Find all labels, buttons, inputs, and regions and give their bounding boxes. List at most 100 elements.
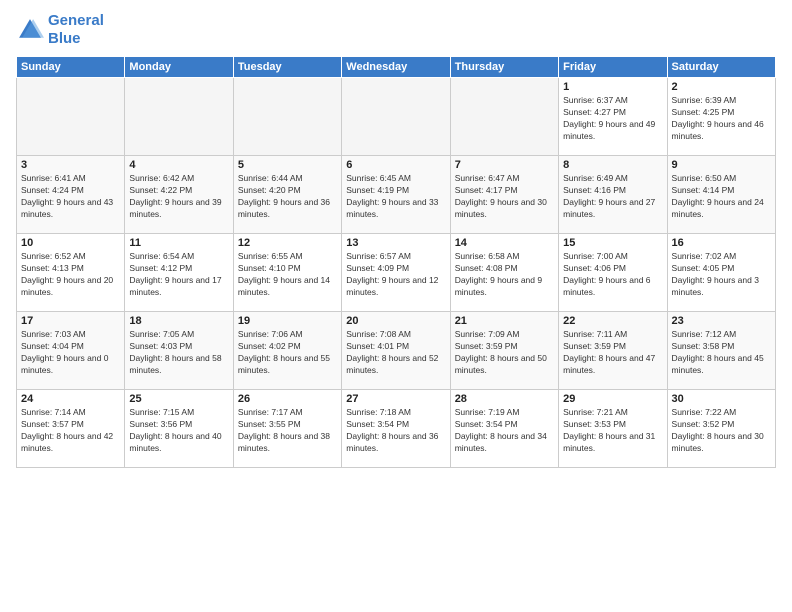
calendar-cell: 21 Sunrise: 7:09 AM Sunset: 3:59 PM Dayli… <box>450 312 558 390</box>
day-info: Sunrise: 6:55 AM Sunset: 4:10 PM Dayligh… <box>238 251 337 299</box>
day-number: 8 <box>563 159 662 171</box>
calendar-cell: 17 Sunrise: 7:03 AM Sunset: 4:04 PM Dayli… <box>17 312 125 390</box>
calendar-cell: 24 Sunrise: 7:14 AM Sunset: 3:57 PM Dayli… <box>17 390 125 468</box>
day-info: Sunrise: 7:22 AM Sunset: 3:52 PM Dayligh… <box>672 407 771 455</box>
calendar-cell <box>342 78 450 156</box>
day-number: 27 <box>346 393 445 405</box>
day-number: 6 <box>346 159 445 171</box>
day-info: Sunrise: 7:14 AM Sunset: 3:57 PM Dayligh… <box>21 407 120 455</box>
day-info: Sunrise: 6:44 AM Sunset: 4:20 PM Dayligh… <box>238 173 337 221</box>
day-number: 1 <box>563 81 662 93</box>
day-number: 15 <box>563 237 662 249</box>
day-number: 28 <box>455 393 554 405</box>
day-number: 4 <box>129 159 228 171</box>
day-number: 12 <box>238 237 337 249</box>
day-number: 20 <box>346 315 445 327</box>
calendar-cell: 6 Sunrise: 6:45 AM Sunset: 4:19 PM Daylig… <box>342 156 450 234</box>
calendar-cell: 7Sunrise: 6:47 AM Sunset: 4:17 PM Daylig… <box>450 156 558 234</box>
weekday-header: Wednesday <box>342 57 450 78</box>
day-number: 26 <box>238 393 337 405</box>
day-number: 11 <box>129 237 228 249</box>
day-info: Sunrise: 7:11 AM Sunset: 3:59 PM Dayligh… <box>563 329 662 377</box>
day-info: Sunrise: 7:02 AM Sunset: 4:05 PM Dayligh… <box>672 251 771 299</box>
calendar-cell <box>125 78 233 156</box>
calendar-cell: 5 Sunrise: 6:44 AM Sunset: 4:20 PM Daylig… <box>233 156 341 234</box>
day-info: Sunrise: 7:18 AM Sunset: 3:54 PM Dayligh… <box>346 407 445 455</box>
calendar-cell: 16 Sunrise: 7:02 AM Sunset: 4:05 PM Dayli… <box>667 234 775 312</box>
calendar-cell: 18 Sunrise: 7:05 AM Sunset: 4:03 PM Dayli… <box>125 312 233 390</box>
weekday-header: Tuesday <box>233 57 341 78</box>
day-info: Sunrise: 6:57 AM Sunset: 4:09 PM Dayligh… <box>346 251 445 299</box>
day-info: Sunrise: 6:52 AM Sunset: 4:13 PM Dayligh… <box>21 251 120 299</box>
page: General Blue SundayMondayTuesdayWednesda… <box>0 0 792 612</box>
day-number: 17 <box>21 315 120 327</box>
day-info: Sunrise: 6:54 AM Sunset: 4:12 PM Dayligh… <box>129 251 228 299</box>
day-number: 21 <box>455 315 554 327</box>
calendar-cell: 10 Sunrise: 6:52 AM Sunset: 4:13 PM Dayli… <box>17 234 125 312</box>
day-number: 13 <box>346 237 445 249</box>
calendar-cell: 26 Sunrise: 7:17 AM Sunset: 3:55 PM Dayli… <box>233 390 341 468</box>
weekday-header: Friday <box>559 57 667 78</box>
day-number: 2 <box>672 81 771 93</box>
day-number: 9 <box>672 159 771 171</box>
day-info: Sunrise: 7:03 AM Sunset: 4:04 PM Dayligh… <box>21 329 120 377</box>
day-number: 29 <box>563 393 662 405</box>
day-info: Sunrise: 7:09 AM Sunset: 3:59 PM Dayligh… <box>455 329 554 377</box>
day-info: Sunrise: 6:58 AM Sunset: 4:08 PM Dayligh… <box>455 251 554 299</box>
day-number: 30 <box>672 393 771 405</box>
calendar-cell: 19 Sunrise: 7:06 AM Sunset: 4:02 PM Dayli… <box>233 312 341 390</box>
calendar-cell <box>450 78 558 156</box>
calendar-cell: 11 Sunrise: 6:54 AM Sunset: 4:12 PM Dayli… <box>125 234 233 312</box>
calendar-cell: 28 Sunrise: 7:19 AM Sunset: 3:54 PM Dayli… <box>450 390 558 468</box>
day-number: 18 <box>129 315 228 327</box>
calendar-week-row: 3Sunrise: 6:41 AM Sunset: 4:24 PM Daylig… <box>17 156 776 234</box>
logo-icon <box>16 16 44 44</box>
day-number: 14 <box>455 237 554 249</box>
calendar-cell: 13 Sunrise: 6:57 AM Sunset: 4:09 PM Dayli… <box>342 234 450 312</box>
day-number: 7 <box>455 159 554 171</box>
calendar-header-row: SundayMondayTuesdayWednesdayThursdayFrid… <box>17 57 776 78</box>
calendar-week-row: 10 Sunrise: 6:52 AM Sunset: 4:13 PM Dayli… <box>17 234 776 312</box>
day-info: Sunrise: 6:45 AM Sunset: 4:19 PM Dayligh… <box>346 173 445 221</box>
day-info: Sunrise: 7:19 AM Sunset: 3:54 PM Dayligh… <box>455 407 554 455</box>
day-number: 5 <box>238 159 337 171</box>
day-number: 22 <box>563 315 662 327</box>
weekday-header: Monday <box>125 57 233 78</box>
day-info: Sunrise: 6:42 AM Sunset: 4:22 PM Dayligh… <box>129 173 228 221</box>
calendar-week-row: 17 Sunrise: 7:03 AM Sunset: 4:04 PM Dayli… <box>17 312 776 390</box>
day-number: 16 <box>672 237 771 249</box>
calendar-cell: 15 Sunrise: 7:00 AM Sunset: 4:06 PM Dayli… <box>559 234 667 312</box>
calendar-cell: 27 Sunrise: 7:18 AM Sunset: 3:54 PM Dayli… <box>342 390 450 468</box>
day-number: 25 <box>129 393 228 405</box>
day-info: Sunrise: 6:50 AM Sunset: 4:14 PM Dayligh… <box>672 173 771 221</box>
calendar-cell: 9 Sunrise: 6:50 AM Sunset: 4:14 PM Daylig… <box>667 156 775 234</box>
calendar-cell: 2Sunrise: 6:39 AM Sunset: 4:25 PM Daylig… <box>667 78 775 156</box>
day-info: Sunrise: 7:06 AM Sunset: 4:02 PM Dayligh… <box>238 329 337 377</box>
day-info: Sunrise: 7:15 AM Sunset: 3:56 PM Dayligh… <box>129 407 228 455</box>
calendar-week-row: 24 Sunrise: 7:14 AM Sunset: 3:57 PM Dayli… <box>17 390 776 468</box>
calendar-cell <box>233 78 341 156</box>
calendar-cell <box>17 78 125 156</box>
calendar-table: SundayMondayTuesdayWednesdayThursdayFrid… <box>16 56 776 468</box>
logo-text: General Blue <box>48 12 104 48</box>
day-number: 24 <box>21 393 120 405</box>
calendar-cell: 22 Sunrise: 7:11 AM Sunset: 3:59 PM Dayli… <box>559 312 667 390</box>
weekday-header: Saturday <box>667 57 775 78</box>
weekday-header: Sunday <box>17 57 125 78</box>
day-number: 10 <box>21 237 120 249</box>
calendar-cell: 29 Sunrise: 7:21 AM Sunset: 3:53 PM Dayli… <box>559 390 667 468</box>
day-info: Sunrise: 7:00 AM Sunset: 4:06 PM Dayligh… <box>563 251 662 299</box>
calendar-week-row: 1 Sunrise: 6:37 AM Sunset: 4:27 PM Daylig… <box>17 78 776 156</box>
day-info: Sunrise: 6:37 AM Sunset: 4:27 PM Dayligh… <box>563 95 662 143</box>
weekday-header: Thursday <box>450 57 558 78</box>
calendar-cell: 23Sunrise: 7:12 AM Sunset: 3:58 PM Dayli… <box>667 312 775 390</box>
day-info: Sunrise: 6:49 AM Sunset: 4:16 PM Dayligh… <box>563 173 662 221</box>
day-info: Sunrise: 7:08 AM Sunset: 4:01 PM Dayligh… <box>346 329 445 377</box>
day-info: Sunrise: 7:17 AM Sunset: 3:55 PM Dayligh… <box>238 407 337 455</box>
day-number: 19 <box>238 315 337 327</box>
day-info: Sunrise: 7:05 AM Sunset: 4:03 PM Dayligh… <box>129 329 228 377</box>
calendar-cell: 20 Sunrise: 7:08 AM Sunset: 4:01 PM Dayli… <box>342 312 450 390</box>
day-number: 23 <box>672 315 771 327</box>
day-info: Sunrise: 7:21 AM Sunset: 3:53 PM Dayligh… <box>563 407 662 455</box>
logo: General Blue <box>16 12 104 48</box>
